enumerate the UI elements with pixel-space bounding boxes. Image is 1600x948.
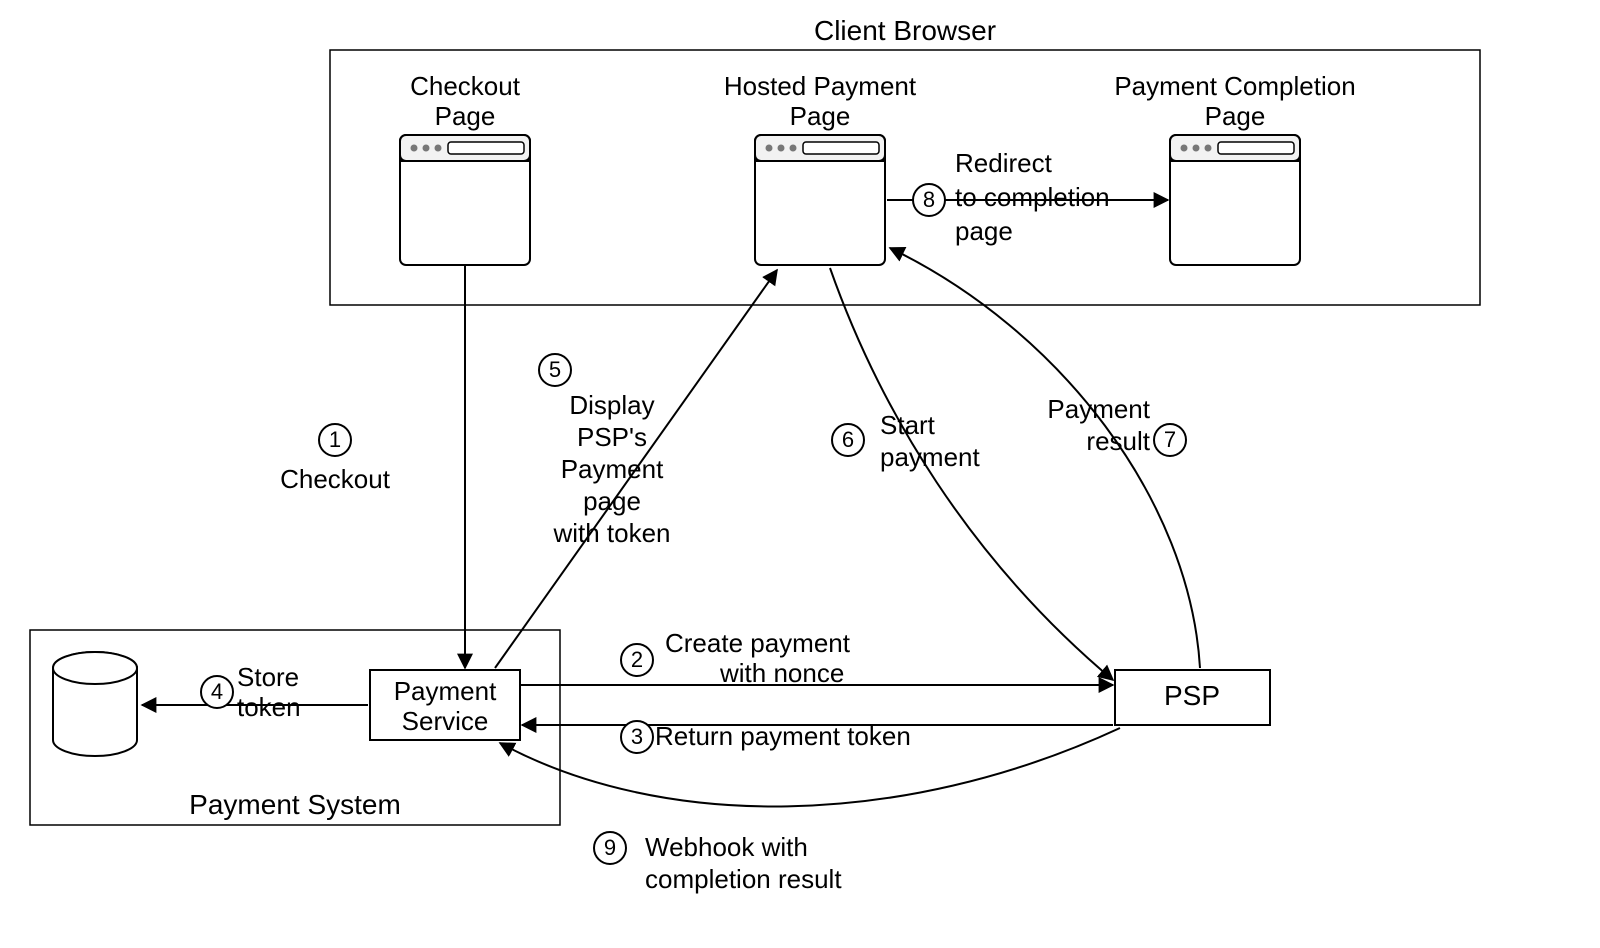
step-1-num: 1 xyxy=(329,427,341,452)
step-5-text-1: Display xyxy=(569,390,654,420)
step-9-text-1: Webhook with xyxy=(645,832,808,862)
step-5-num: 5 xyxy=(549,357,561,382)
step-7-num: 7 xyxy=(1164,427,1176,452)
step-6-num: 6 xyxy=(842,427,854,452)
browser-window-icon xyxy=(400,135,530,265)
client-browser-label: Client Browser xyxy=(814,15,996,46)
payment-system-label: Payment System xyxy=(189,789,401,820)
diagram-root: { "groups": { "client_browser": "Client … xyxy=(0,0,1600,948)
step-5-text-2: PSP's xyxy=(577,422,647,452)
browser-window-icon xyxy=(755,135,885,265)
step-6-text-1: Start xyxy=(880,410,936,440)
step-8-num: 8 xyxy=(923,187,935,212)
step-8-text-1: Redirect xyxy=(955,148,1053,178)
completion-page-label-2: Page xyxy=(1205,101,1266,131)
step-7-text-2: result xyxy=(1086,426,1150,456)
checkout-page-node: Checkout Page xyxy=(400,71,530,265)
step-4-text-2: token xyxy=(237,692,301,722)
step-9-num: 9 xyxy=(604,835,616,860)
step-9-text-2: completion result xyxy=(645,864,842,894)
step-8-text-2: to completion xyxy=(955,182,1110,212)
browser-window-icon xyxy=(1170,135,1300,265)
step-7-text-1: Payment xyxy=(1047,394,1150,424)
psp-label: PSP xyxy=(1164,680,1220,711)
step-2-num: 2 xyxy=(631,647,643,672)
step-4-text-1: Store xyxy=(237,662,299,692)
hosted-page-label-1: Hosted Payment xyxy=(724,71,917,101)
step-5-text-5: with token xyxy=(552,518,670,548)
step-3-num: 3 xyxy=(631,724,643,749)
step-1-text: Checkout xyxy=(280,464,391,494)
hosted-page-label-2: Page xyxy=(790,101,851,131)
arrow-start-payment xyxy=(830,268,1113,680)
step-5-text-4: page xyxy=(583,486,641,516)
step-8-text-3: page xyxy=(955,216,1013,246)
step-2-text-2: with nonce xyxy=(719,658,844,688)
step-4-num: 4 xyxy=(211,679,223,704)
step-5-text-3: Payment xyxy=(561,454,664,484)
checkout-page-label-1: Checkout xyxy=(410,71,521,101)
completion-page-label-1: Payment Completion xyxy=(1114,71,1355,101)
payment-service-label-1: Payment xyxy=(394,676,497,706)
payment-service-label-2: Service xyxy=(402,706,489,736)
step-3-text: Return payment token xyxy=(655,721,911,751)
checkout-page-label-2: Page xyxy=(435,101,496,131)
step-6-text-2: payment xyxy=(880,442,980,472)
database-icon xyxy=(53,652,137,756)
step-2-text-1: Create payment xyxy=(665,628,851,658)
